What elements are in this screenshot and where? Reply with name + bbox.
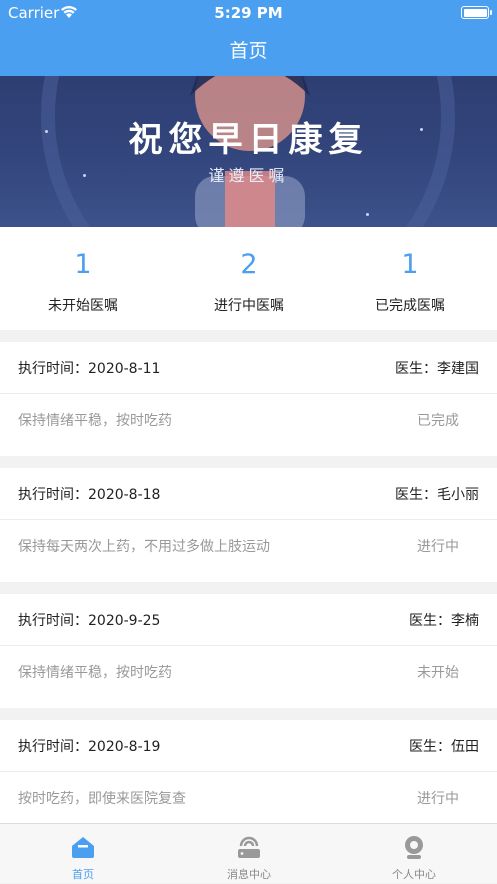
order-status: 未开始 <box>417 665 459 681</box>
tab-label: 个人中心 <box>392 868 436 881</box>
order-time: 执行时间：2020-9-25 <box>18 613 161 629</box>
message-icon <box>236 834 262 860</box>
order-status: 进行中 <box>417 539 459 555</box>
order-time: 执行时间：2020-8-18 <box>18 487 161 503</box>
stat-count: 2 <box>240 249 258 280</box>
order-card[interactable]: 执行时间：2020-8-11 医生：李建国 保持情绪平稳，按时吃药 已完成 <box>0 342 497 456</box>
battery-icon <box>461 6 492 19</box>
order-doctor: 医生：李建国 <box>395 361 479 377</box>
order-time: 执行时间：2020-8-11 <box>18 361 161 377</box>
home-icon <box>70 834 96 860</box>
stat-label: 未开始医嘱 <box>48 298 118 314</box>
status-bar: Carrier 5:29 PM <box>0 0 497 28</box>
order-stats: 1 未开始医嘱 2 进行中医嘱 1 已完成医嘱 <box>0 227 497 330</box>
order-doctor: 医生：伍田 <box>409 739 479 755</box>
tab-messages[interactable]: 消息中心 <box>166 824 332 884</box>
order-header: 执行时间：2020-8-18 医生：毛小丽 <box>0 468 497 520</box>
banner-title: 祝您早日康复 <box>128 120 369 160</box>
tab-label: 消息中心 <box>227 868 271 881</box>
order-status: 已完成 <box>417 413 459 429</box>
nav-bar: 首页 <box>0 28 497 76</box>
tab-bar: 首页 消息中心 个人中心 <box>0 823 497 883</box>
page-title: 首页 <box>229 40 268 62</box>
order-status: 进行中 <box>417 791 459 807</box>
order-doctor: 医生：毛小丽 <box>395 487 479 503</box>
order-header: 执行时间：2020-9-25 医生：李楠 <box>0 594 497 646</box>
order-header: 执行时间：2020-8-19 医生：伍田 <box>0 720 497 772</box>
order-doctor: 医生：李楠 <box>409 613 479 629</box>
profile-icon <box>401 834 427 860</box>
status-time: 5:29 PM <box>214 4 283 22</box>
banner: 祝您早日康复 谨遵医嘱 <box>0 76 497 227</box>
stat-label: 已完成医嘱 <box>375 298 445 314</box>
banner-subtitle: 谨遵医嘱 <box>208 166 289 185</box>
order-content: 按时吃药，即使来医院复查 <box>18 791 186 807</box>
stat-label: 进行中医嘱 <box>214 298 284 314</box>
stat-count: 1 <box>74 249 92 280</box>
order-card[interactable]: 执行时间：2020-8-19 医生：伍田 按时吃药，即使来医院复查 进行中 <box>0 720 497 834</box>
tab-profile[interactable]: 个人中心 <box>331 824 497 884</box>
tab-label: 首页 <box>72 868 94 881</box>
order-time: 执行时间：2020-8-19 <box>18 739 161 755</box>
order-content: 保持每天两次上药，不用过多做上肢运动 <box>18 539 270 555</box>
order-content: 保持情绪平稳，按时吃药 <box>18 665 172 681</box>
order-card[interactable]: 执行时间：2020-9-25 医生：李楠 保持情绪平稳，按时吃药 未开始 <box>0 594 497 708</box>
order-content: 保持情绪平稳，按时吃药 <box>18 413 172 429</box>
tab-home[interactable]: 首页 <box>0 824 166 884</box>
order-header: 执行时间：2020-8-11 医生：李建国 <box>0 342 497 394</box>
stat-count: 1 <box>401 249 419 280</box>
order-card[interactable]: 执行时间：2020-8-18 医生：毛小丽 保持每天两次上药，不用过多做上肢运动… <box>0 468 497 582</box>
